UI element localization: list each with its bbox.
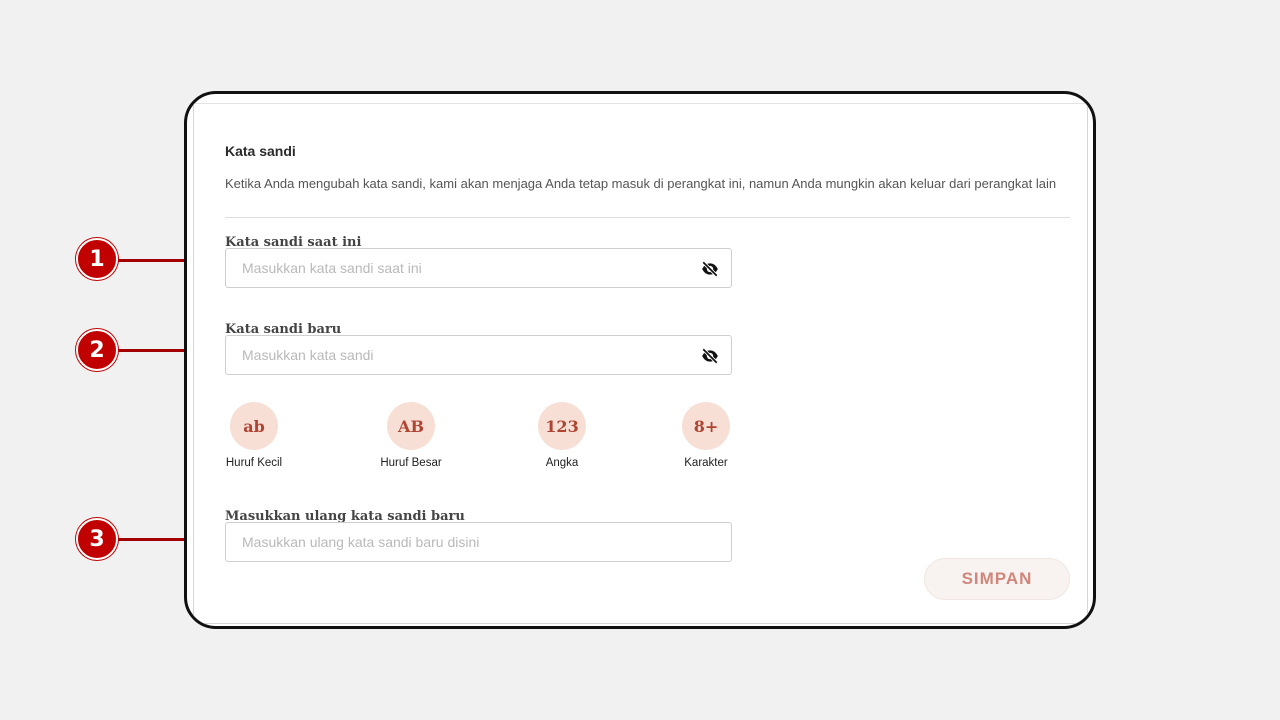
- password-settings-panel: Kata sandi Ketika Anda mengubah kata san…: [193, 103, 1088, 624]
- requirement-caption: Karakter: [684, 457, 728, 469]
- save-button[interactable]: SIMPAN: [924, 558, 1070, 600]
- requirement-badge: 8+: [682, 402, 730, 450]
- annotation-marker-1: 1: [76, 238, 118, 280]
- requirement-caption: Angka: [545, 457, 579, 469]
- current-password-input[interactable]: [226, 249, 731, 287]
- requirement-caption: Huruf Kecil: [225, 457, 283, 469]
- requirement-caption: Huruf Besar: [380, 457, 442, 469]
- section-description: Ketika Anda mengubah kata sandi, kami ak…: [225, 176, 1057, 191]
- annotation-marker-3: 3: [76, 518, 118, 560]
- device-frame: Kata sandi Ketika Anda mengubah kata san…: [184, 91, 1096, 629]
- eye-slash-icon[interactable]: [701, 347, 719, 365]
- section-title: Kata sandi: [225, 143, 296, 159]
- requirement-uppercase: AB Huruf Besar: [366, 402, 456, 469]
- requirement-badge: 123: [538, 402, 586, 450]
- requirement-badge: ab: [230, 402, 278, 450]
- requirement-length: 8+ Karakter: [661, 402, 751, 469]
- requirement-lowercase: ab Huruf Kecil: [209, 402, 299, 469]
- annotation-marker-2: 2: [76, 329, 118, 371]
- current-password-field: [225, 248, 732, 288]
- new-password-input[interactable]: [226, 336, 731, 374]
- requirement-badge: AB: [387, 402, 435, 450]
- new-password-field: [225, 335, 732, 375]
- confirm-password-field: [225, 522, 732, 562]
- divider: [225, 217, 1070, 218]
- confirm-password-input[interactable]: [226, 523, 731, 561]
- eye-slash-icon[interactable]: [701, 260, 719, 278]
- requirement-number: 123 Angka: [517, 402, 607, 469]
